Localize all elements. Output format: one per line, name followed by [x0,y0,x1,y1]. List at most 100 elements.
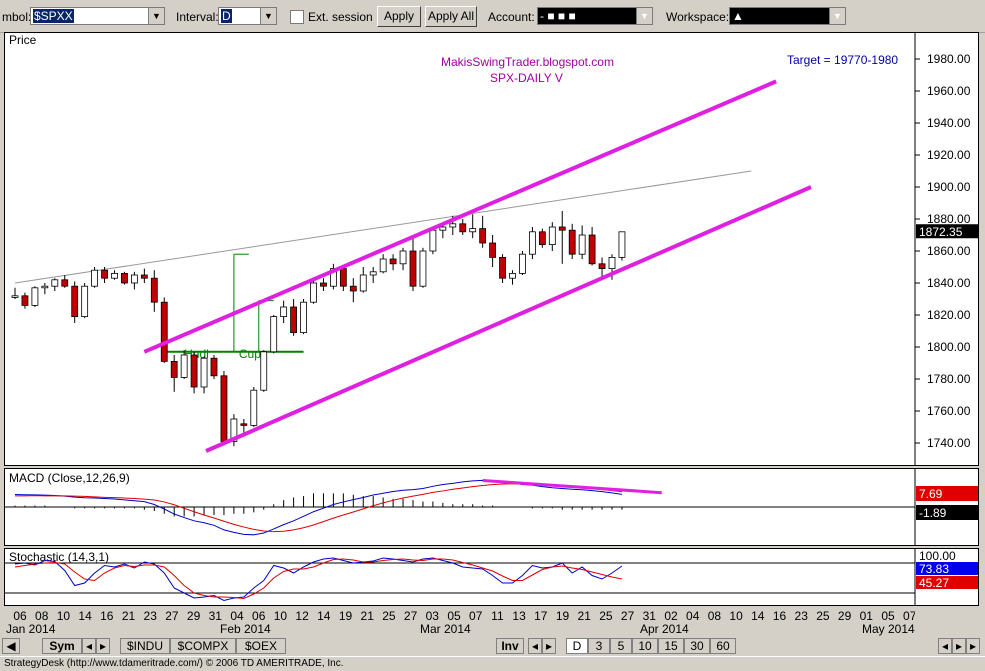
status-bar: StrategyDesk (http://www.tdameritrade.co… [0,656,985,671]
candle-body [479,228,487,244]
x-tick-label: 12 [295,609,309,623]
scroll-right-icon[interactable]: ▸ [542,638,556,654]
macd-series-line [15,483,623,533]
candle-body [389,258,397,265]
candle-body [578,234,586,255]
candle-body [101,269,108,279]
chevron-down-icon[interactable]: ▼ [636,8,652,24]
y-tick-label: 1960.00 [927,84,971,98]
apply-all-button[interactable]: Apply All [425,6,477,27]
tab-interval-60[interactable]: 60 [710,638,736,654]
x-month-label: Jan 2014 [6,622,56,636]
candle-body [538,231,546,246]
workspace-combobox[interactable]: ▲ ▼ [729,7,846,25]
tab-interval-3[interactable]: 3 [588,638,610,654]
candle-body [11,295,19,298]
interval-combobox[interactable]: D ▼ [218,7,277,25]
scroll-left-icon[interactable]: ◀ [2,638,20,654]
tab-interval-d[interactable]: D [566,638,588,654]
x-tick-label: 14 [751,609,765,623]
x-tick-label: 21 [578,609,592,623]
account-combobox[interactable]: - ■ ■ ■ ▼ [537,7,653,25]
channel-upper-line [143,79,777,354]
x-tick-label: 23 [795,609,809,623]
x-tick-label: 27 [404,609,418,623]
x-tick-label: 10 [729,609,743,623]
chevron-down-icon[interactable]: ▼ [148,8,164,24]
target-annotation: Target = 19770-1980 [787,53,898,67]
scroll-end-icon[interactable]: ▸ [966,638,980,654]
x-tick-label: 19 [339,609,353,623]
scroll-right-icon[interactable]: ▸ [96,638,110,654]
x-tick-label: 31 [643,609,657,623]
candle-body [290,306,298,334]
scroll-right-icon[interactable]: ▸ [952,638,966,654]
candle-body [529,231,536,255]
candle-body [548,226,556,246]
x-tick-label: 07 [903,609,915,623]
tab-symbol-compx[interactable]: $COMPX [170,638,236,654]
x-tick-label: 14 [317,609,331,623]
apply-button[interactable]: Apply [377,6,421,27]
tab-sym[interactable]: Sym [42,638,82,654]
scroll-left-icon[interactable]: ◂ [528,638,542,654]
candle-body [409,250,417,287]
macd-panel[interactable]: MACD (Close,12,26,9) 7.69 -1.89 [4,468,979,546]
y-tick-label: 1940.00 [927,116,971,130]
candle-body [210,357,218,377]
y-tick-label: 1840.00 [927,276,971,290]
candle-body [71,285,79,317]
scroll-left-icon[interactable]: ◂ [938,638,952,654]
candle-body [558,226,566,231]
x-tick-label: 31 [209,609,223,623]
x-month-label: Mar 2014 [420,622,471,636]
stochastic-panel[interactable]: Stochastic (14,3,1) 100.00 73.83 45.27 [4,548,979,606]
candle-body [489,242,497,258]
y-tick-label: 1860.00 [927,244,971,258]
x-tick-label: 21 [361,609,375,623]
candle-body [160,301,168,362]
candle-body [41,285,49,289]
y-tick-label: 1780.00 [927,372,971,386]
x-tick-label: 16 [100,609,114,623]
macd-chart[interactable]: MACD (Close,12,26,9) 7.69 -1.89 [5,469,979,546]
x-tick-label: 07 [469,609,483,623]
stochastic-k-label: 73.83 [919,562,949,576]
candle-body [379,258,387,273]
chevron-down-icon[interactable]: ▼ [260,8,276,24]
interval-value: D [221,9,232,23]
tab-symbol-indu[interactable]: $INDU [120,638,170,654]
y-tick-label: 1740.00 [927,436,971,450]
price-chart[interactable]: 1980.00 1960.00 1940.00 1920.00 1900.00 1880.… [5,33,979,466]
chevron-down-icon[interactable]: ▼ [829,8,845,24]
y-tick-label: 1820.00 [927,308,971,322]
stochastic-d-label: 45.27 [919,576,949,590]
interval-label: Interval: [176,10,219,24]
stochastic-chart[interactable]: Stochastic (14,3,1) 100.0073.8345.27 [5,549,979,606]
tab-symbol-oex[interactable]: $OEX [236,638,286,654]
tab-interval-30[interactable]: 30 [684,638,710,654]
x-month-label: May 2014 [862,622,915,636]
tab-interval-5[interactable]: 5 [610,638,632,654]
candle-body [121,272,128,284]
x-tick-label: 03 [426,609,440,623]
ext-session-label: Ext. session [308,10,373,24]
x-tick-label: 08 [35,609,49,623]
scroll-left-icon[interactable]: ◂ [82,638,96,654]
x-tick-label: 21 [122,609,136,623]
candle-body [618,231,626,258]
macd-title: MACD (Close,12,26,9) [9,471,130,485]
y-tick-label: 1920.00 [927,148,971,162]
y-tick-label: 1980.00 [927,52,971,66]
tab-interval-10[interactable]: 10 [632,638,658,654]
candle-body [61,279,69,287]
y-tick-label: 1800.00 [927,340,971,354]
tab-interval-15[interactable]: 15 [658,638,684,654]
tab-inv[interactable]: Inv [496,638,524,654]
price-panel[interactable]: 1980.00 1960.00 1940.00 1920.00 1900.00 1880.… [4,32,979,466]
subtitle-annotation: SPX-DAILY V [490,71,563,85]
candle-body [349,285,357,292]
ext-session-checkbox[interactable] [290,10,304,24]
x-tick-label: 23 [144,609,158,623]
symbol-combobox[interactable]: $SPXX ▼ [30,7,165,25]
